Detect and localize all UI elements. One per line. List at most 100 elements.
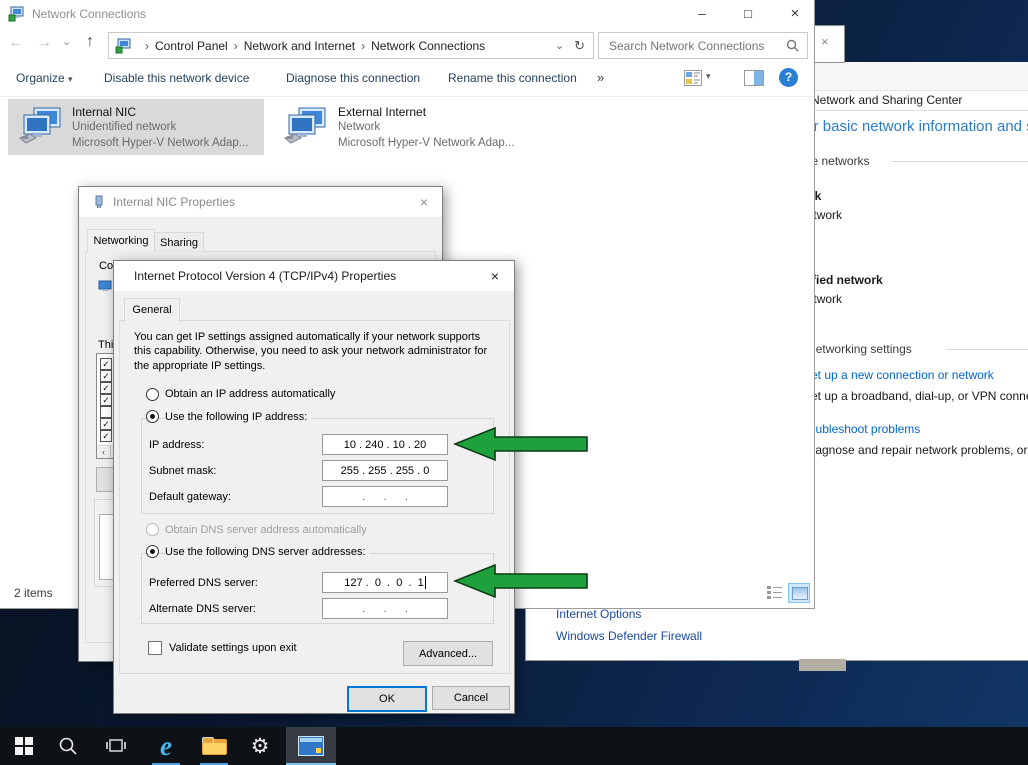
- cancel-button[interactable]: Cancel: [432, 686, 510, 710]
- nsc-link-windows-defender-firewall[interactable]: Windows Defender Firewall: [556, 629, 702, 643]
- radio-obtain-dns[interactable]: [146, 523, 159, 536]
- close-icon[interactable]: ×: [411, 192, 437, 213]
- radio-use-ip[interactable]: [146, 410, 159, 423]
- minimize-button[interactable]: –: [683, 0, 721, 28]
- ok-button[interactable]: OK: [347, 686, 427, 712]
- search-icon: [58, 736, 78, 756]
- adapter-status: Network: [338, 121, 380, 133]
- validate-settings-checkbox[interactable]: [148, 641, 162, 655]
- adapter-item-internal-nic[interactable]: Internal NIC Unidentified network Micros…: [8, 99, 264, 155]
- protocol-checkbox[interactable]: ✓: [100, 382, 112, 394]
- tcpip-properties-dialog: Internet Protocol Version 4 (TCP/IPv4) P…: [113, 260, 515, 714]
- start-button[interactable]: [4, 727, 44, 765]
- file-explorer-icon: [202, 737, 227, 755]
- breadcrumb-location-icon: [115, 38, 131, 54]
- dialog-title-bar[interactable]: Internal NIC Properties ×: [79, 187, 442, 217]
- radio-obtain-ip-label: Obtain an IP address automatically: [165, 388, 335, 400]
- tab-sharing[interactable]: Sharing: [154, 232, 204, 253]
- network-adapter-icon: [283, 106, 329, 148]
- breadcrumb-sep-icon: ›: [145, 39, 149, 53]
- close-icon[interactable]: ×: [482, 266, 508, 287]
- breadcrumb-network-connections[interactable]: Network Connections: [371, 39, 485, 53]
- protocol-checkbox[interactable]: [100, 406, 112, 418]
- diagnose-connection-button[interactable]: Diagnose this connection: [286, 71, 420, 85]
- adapter-device: Microsoft Hyper-V Network Adap...: [338, 137, 514, 149]
- dialog-title-bar[interactable]: Internet Protocol Version 4 (TCP/IPv4) P…: [114, 261, 514, 291]
- text-caret: [425, 576, 426, 589]
- details-view-icon[interactable]: [766, 585, 784, 601]
- ip-address-input[interactable]: 10 . 240 . 10 . 20: [322, 434, 448, 455]
- views-icon[interactable]: [684, 70, 702, 86]
- help-icon[interactable]: ?: [779, 68, 798, 87]
- breadcrumb-control-panel[interactable]: Control Panel: [155, 39, 228, 53]
- nsc-link-troubleshoot[interactable]: Troubleshoot problems: [798, 422, 920, 436]
- maximize-button[interactable]: □: [729, 0, 767, 28]
- ip-address-label: IP address:: [149, 439, 204, 451]
- protocol-checkbox[interactable]: ✓: [100, 430, 112, 442]
- protocol-checkbox[interactable]: ✓: [100, 418, 112, 430]
- recent-locations-chevron-icon[interactable]: ⌄: [62, 35, 71, 48]
- taskbar-network-connections-active[interactable]: [286, 727, 336, 765]
- up-icon[interactable]: ↑: [86, 33, 94, 51]
- disable-device-button[interactable]: Disable this network device: [104, 71, 249, 85]
- tab-general[interactable]: General: [124, 298, 180, 322]
- section-rule: [946, 349, 1028, 350]
- breadcrumb-sep-icon: ›: [234, 39, 238, 53]
- radio-obtain-ip[interactable]: [146, 388, 159, 401]
- radio-use-ip-label: Use the following IP address:: [165, 411, 311, 423]
- close-icon[interactable]: ×: [821, 34, 829, 49]
- window-title: Network Connections: [32, 7, 146, 21]
- search-input[interactable]: [607, 38, 786, 54]
- dialog-title: Internet Protocol Version 4 (TCP/IPv4) P…: [134, 269, 396, 283]
- radio-use-dns[interactable]: [146, 545, 159, 558]
- rename-connection-button[interactable]: Rename this connection: [448, 71, 577, 85]
- radio-use-dns-label: Use the following DNS server addresses:: [165, 546, 370, 558]
- forward-icon[interactable]: →: [36, 34, 52, 52]
- protocol-checkbox[interactable]: ✓: [100, 370, 112, 382]
- nsc-link-setup-connection[interactable]: Set up a new connection or network: [803, 368, 994, 382]
- title-bar[interactable]: Network Connections – □ ×: [0, 0, 814, 28]
- network-connections-icon: [8, 6, 24, 22]
- large-icons-view-icon[interactable]: [788, 583, 810, 603]
- refresh-icon[interactable]: ↻: [574, 38, 585, 54]
- internet-explorer-icon: e: [160, 733, 172, 760]
- default-gateway-input[interactable]: . . .: [322, 486, 448, 507]
- adapter-name: Internal NIC: [72, 105, 136, 119]
- toolbar-overflow-icon[interactable]: »: [597, 70, 604, 85]
- search-box[interactable]: [598, 32, 808, 59]
- nsc-link-internet-options[interactable]: Internet Options: [556, 607, 641, 621]
- dialog-title: Internal NIC Properties: [113, 195, 235, 209]
- breadcrumb-network-and-internet[interactable]: Network and Internet: [244, 39, 355, 53]
- taskbar-settings[interactable]: ⚙: [240, 727, 280, 765]
- advanced-button[interactable]: Advanced...: [403, 641, 493, 666]
- protocol-checkbox[interactable]: ✓: [100, 358, 112, 370]
- protocol-checkbox[interactable]: ✓: [100, 394, 112, 406]
- back-icon[interactable]: ←: [8, 34, 24, 52]
- intro-text: You can get IP settings assigned automat…: [134, 330, 490, 373]
- scroll-left-icon[interactable]: ‹: [97, 446, 111, 458]
- nsc-breadcrumb[interactable]: Network and Sharing Center: [811, 93, 962, 107]
- views-dropdown-icon[interactable]: ▾: [706, 71, 711, 82]
- taskbar-internet-explorer[interactable]: e: [144, 727, 188, 765]
- radio-obtain-dns-label: Obtain DNS server address automatically: [165, 524, 367, 536]
- alternate-dns-input[interactable]: . . .: [322, 598, 448, 619]
- tab-networking[interactable]: Networking: [87, 229, 155, 253]
- organize-menu[interactable]: Organize ▾: [16, 71, 73, 85]
- address-dropdown-icon[interactable]: ⌄: [555, 39, 564, 52]
- preferred-dns-input[interactable]: 127 . 0 . 0 . 1: [322, 572, 448, 593]
- preferred-dns-label: Preferred DNS server:: [149, 577, 258, 589]
- task-view-button[interactable]: [96, 727, 136, 765]
- address-bar: ← → ⌄ ↑ › Control Panel › Network and In…: [0, 28, 814, 61]
- breadcrumb[interactable]: › Control Panel › Network and Internet ›…: [108, 32, 594, 59]
- adapter-name: External Internet: [338, 105, 426, 119]
- taskbar-file-explorer[interactable]: [192, 727, 236, 765]
- alternate-dns-label: Alternate DNS server:: [149, 603, 256, 615]
- search-icon[interactable]: [786, 39, 799, 52]
- hidden-window-corner: ×: [813, 25, 845, 63]
- close-button[interactable]: ×: [776, 0, 814, 28]
- preview-pane-icon[interactable]: [744, 70, 764, 86]
- network-adapter-icon: [18, 106, 64, 148]
- taskbar-search-button[interactable]: [48, 727, 88, 765]
- adapter-item-external-internet[interactable]: External Internet Network Microsoft Hype…: [274, 99, 530, 155]
- subnet-mask-input[interactable]: 255 . 255 . 255 . 0: [322, 460, 448, 481]
